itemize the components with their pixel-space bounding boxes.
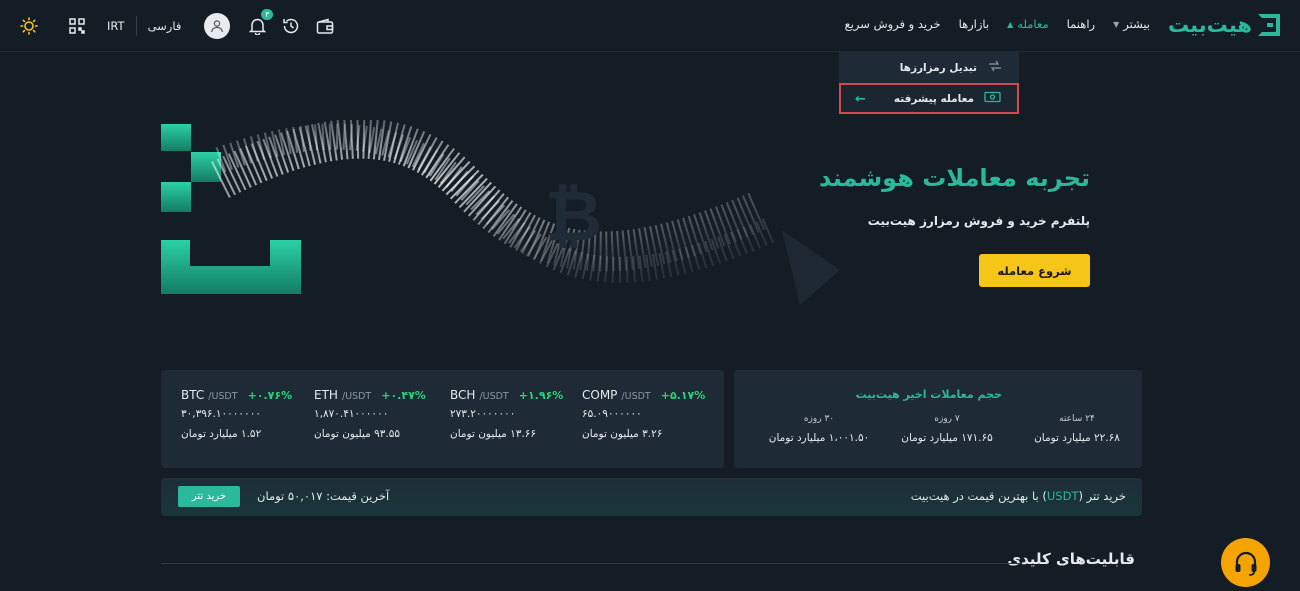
volume-period-label: ۲۴ ساعته — [1059, 414, 1095, 424]
logo-text: هیت‌بیت — [1167, 13, 1252, 37]
trade-volume-card: حجم معاملات اخیر هیت‌بیت ۲۴ ساعته ۲۲.۶۸ … — [734, 370, 1142, 468]
coin-change: +۱.۹۶% — [518, 389, 564, 402]
history-icon[interactable] — [280, 15, 302, 37]
notification-bell-icon[interactable]: ۳ — [246, 9, 274, 37]
headset-icon — [1235, 551, 1256, 576]
bitcoin-watermark-icon: ₿ — [545, 175, 602, 257]
header-actions: IRT فارسی ۳ — [18, 9, 336, 42]
volume-7d: ۷ روزه ۱۷۱.۶۵ میلیارد تومان — [892, 414, 1002, 444]
qr-code-icon[interactable] — [66, 15, 88, 37]
money-bill-icon — [984, 91, 1001, 106]
wallet-icon[interactable] — [314, 15, 336, 37]
volume-24h: ۲۴ ساعته ۲۲.۶۸ میلیارد تومان — [1022, 414, 1132, 444]
volume-period-label: ۷ روزه — [934, 414, 960, 424]
volume-period-label: ۳۰ روزه — [803, 414, 835, 424]
usdt-promo-text: خرید تتر (USDT) با بهترین قیمت در هیت‌بی… — [911, 489, 1126, 503]
coin-pair: /USDT — [621, 391, 651, 402]
volume-title: حجم معاملات اخیر هیت‌بیت — [855, 388, 1002, 401]
sun-icon[interactable] — [18, 15, 40, 37]
hero-subtitle: پلتفرم خرید و فروش رمزارز هیت‌بیت — [867, 214, 1090, 228]
logo[interactable]: هیت‌بیت — [1168, 10, 1280, 40]
coin-pair: /USDT — [341, 391, 372, 402]
coin-change: +۵.۱۷% — [660, 389, 706, 402]
nav-guide[interactable]: راهنما — [1067, 17, 1095, 31]
top-header: هیت‌بیت خرید و فروش سریع بازارها معامله … — [0, 0, 1300, 52]
usdt-text-before: خرید تتر ( — [1078, 489, 1126, 503]
notification-badge: ۳ — [261, 9, 274, 20]
divider — [135, 16, 137, 36]
coin-volume: ۱۳.۶۶ میلیون تومان — [450, 428, 537, 440]
coin-volume: ۳.۲۶ میلیون تومان — [582, 428, 663, 440]
caret-up-icon: ▲ — [1007, 19, 1014, 29]
user-avatar[interactable] — [204, 13, 231, 39]
coin-pair: /USDT — [208, 391, 238, 402]
menu-item-advanced-trade[interactable]: ← معامله پیشرفته — [839, 83, 1019, 114]
menu-item-advanced-trade-label: معامله پیشرفته — [893, 92, 974, 105]
menu-item-convert[interactable]: تبدیل رمزارزها — [839, 52, 1019, 83]
coin-pair: /USDT — [479, 391, 509, 402]
volume-30d: ۳۰ روزه ۱،۰۰۱.۵۰ میلیارد تومان — [764, 414, 874, 444]
coin-price: ۲۷۳.۲۰۰۰۰۰۰۰ — [450, 408, 516, 420]
coin-bch[interactable]: BCH /USDT +۱.۹۶% ۲۷۳.۲۰۰۰۰۰۰۰ ۱۳.۶۶ میلی… — [450, 388, 575, 440]
nav-markets[interactable]: بازارها — [959, 17, 990, 31]
volume-value: ۱۷۱.۶۵ میلیارد تومان — [901, 432, 993, 444]
coin-price: ۶۵.۰۹۰۰۰۰۰۰ — [582, 408, 642, 420]
coin-change: +۰.۷۶% — [247, 389, 293, 402]
coin-btc[interactable]: BTC /USDT +۰.۷۶% ۳۰,۳۹۶.۱۰۰۰۰۰۰۰ ۱.۵۲ می… — [181, 388, 306, 440]
usdt-text-highlight: USDT — [1046, 489, 1079, 503]
coin-price: ۱,۸۷۰.۴۱۰۰۰۰۰۰ — [314, 408, 389, 420]
coin-change: +۰.۴۷% — [381, 389, 426, 402]
currency-toggle[interactable]: IRT — [107, 19, 125, 33]
arrow-left-icon: ← — [855, 92, 866, 107]
coin-symbol: ETH — [314, 388, 338, 402]
hero-illustration: ₿ — [161, 120, 840, 305]
coin-symbol: COMP — [582, 388, 618, 402]
nav-guide-label: راهنما — [1066, 17, 1096, 31]
nav-more[interactable]: بیشتر ▼ — [1113, 17, 1150, 31]
support-headset-button[interactable] — [1221, 538, 1270, 587]
usdt-promo-bar: خرید تتر (USDT) با بهترین قیمت در هیت‌بی… — [161, 478, 1142, 516]
coin-comp[interactable]: COMP /USDT +۵.۱۷% ۶۵.۰۹۰۰۰۰۰۰ ۳.۲۶ میلیو… — [582, 388, 707, 440]
start-trading-button[interactable]: شروع معامله — [979, 254, 1090, 287]
coin-price: ۳۰,۳۹۶.۱۰۰۰۰۰۰۰ — [181, 408, 261, 420]
coin-symbol: BCH — [450, 388, 476, 402]
trade-dropdown-menu: تبدیل رمزارزها ← معامله پیشرفته — [839, 52, 1019, 114]
main-nav: خرید و فروش سریع بازارها معامله ▲ راهنما… — [845, 17, 1150, 31]
volume-value: ۱،۰۰۱.۵۰ میلیارد تومان — [768, 432, 870, 444]
coin-volume: ۱.۵۲ میلیارد تومان — [181, 428, 262, 440]
language-selector[interactable]: فارسی — [148, 19, 182, 33]
coin-symbol: BTC — [181, 388, 205, 402]
exchange-arrows-icon — [987, 58, 1003, 77]
nav-trade-label: معامله — [1017, 17, 1049, 31]
nav-quick-trade-label: خرید و فروش سریع — [844, 17, 941, 31]
usdt-last-price: آخرین قیمت: ۵۰,۰۱۷ تومان — [257, 489, 390, 503]
nav-more-label: بیشتر — [1123, 17, 1150, 31]
hero-title: تجربه معاملات هوشمند — [818, 164, 1090, 192]
nav-quick-trade[interactable]: خرید و فروش سریع — [845, 17, 941, 31]
coin-volume: ۹۳.۵۵ میلیون تومان — [314, 428, 401, 440]
volume-value: ۲۲.۶۸ میلیارد تومان — [1034, 432, 1120, 444]
usdt-text-after: ) با بهترین قیمت در هیت‌بیت — [910, 489, 1047, 503]
market-ticker-card: BTC /USDT +۰.۷۶% ۳۰,۳۹۶.۱۰۰۰۰۰۰۰ ۱.۵۲ می… — [161, 370, 724, 468]
coin-eth[interactable]: ETH /USDT +۰.۴۷% ۱,۸۷۰.۴۱۰۰۰۰۰۰ ۹۳.۵۵ می… — [314, 388, 439, 440]
caret-down-icon: ▼ — [1113, 19, 1120, 29]
logo-mark-icon — [1258, 14, 1280, 36]
nav-trade[interactable]: معامله ▲ — [1007, 17, 1049, 31]
buy-usdt-button[interactable]: خرید تتر — [178, 486, 240, 507]
key-features-heading: قابلیت‌های کلیدی — [1007, 550, 1135, 568]
nav-markets-label: بازارها — [958, 17, 990, 31]
menu-item-convert-label: تبدیل رمزارزها — [899, 61, 977, 74]
divider — [161, 563, 1021, 564]
